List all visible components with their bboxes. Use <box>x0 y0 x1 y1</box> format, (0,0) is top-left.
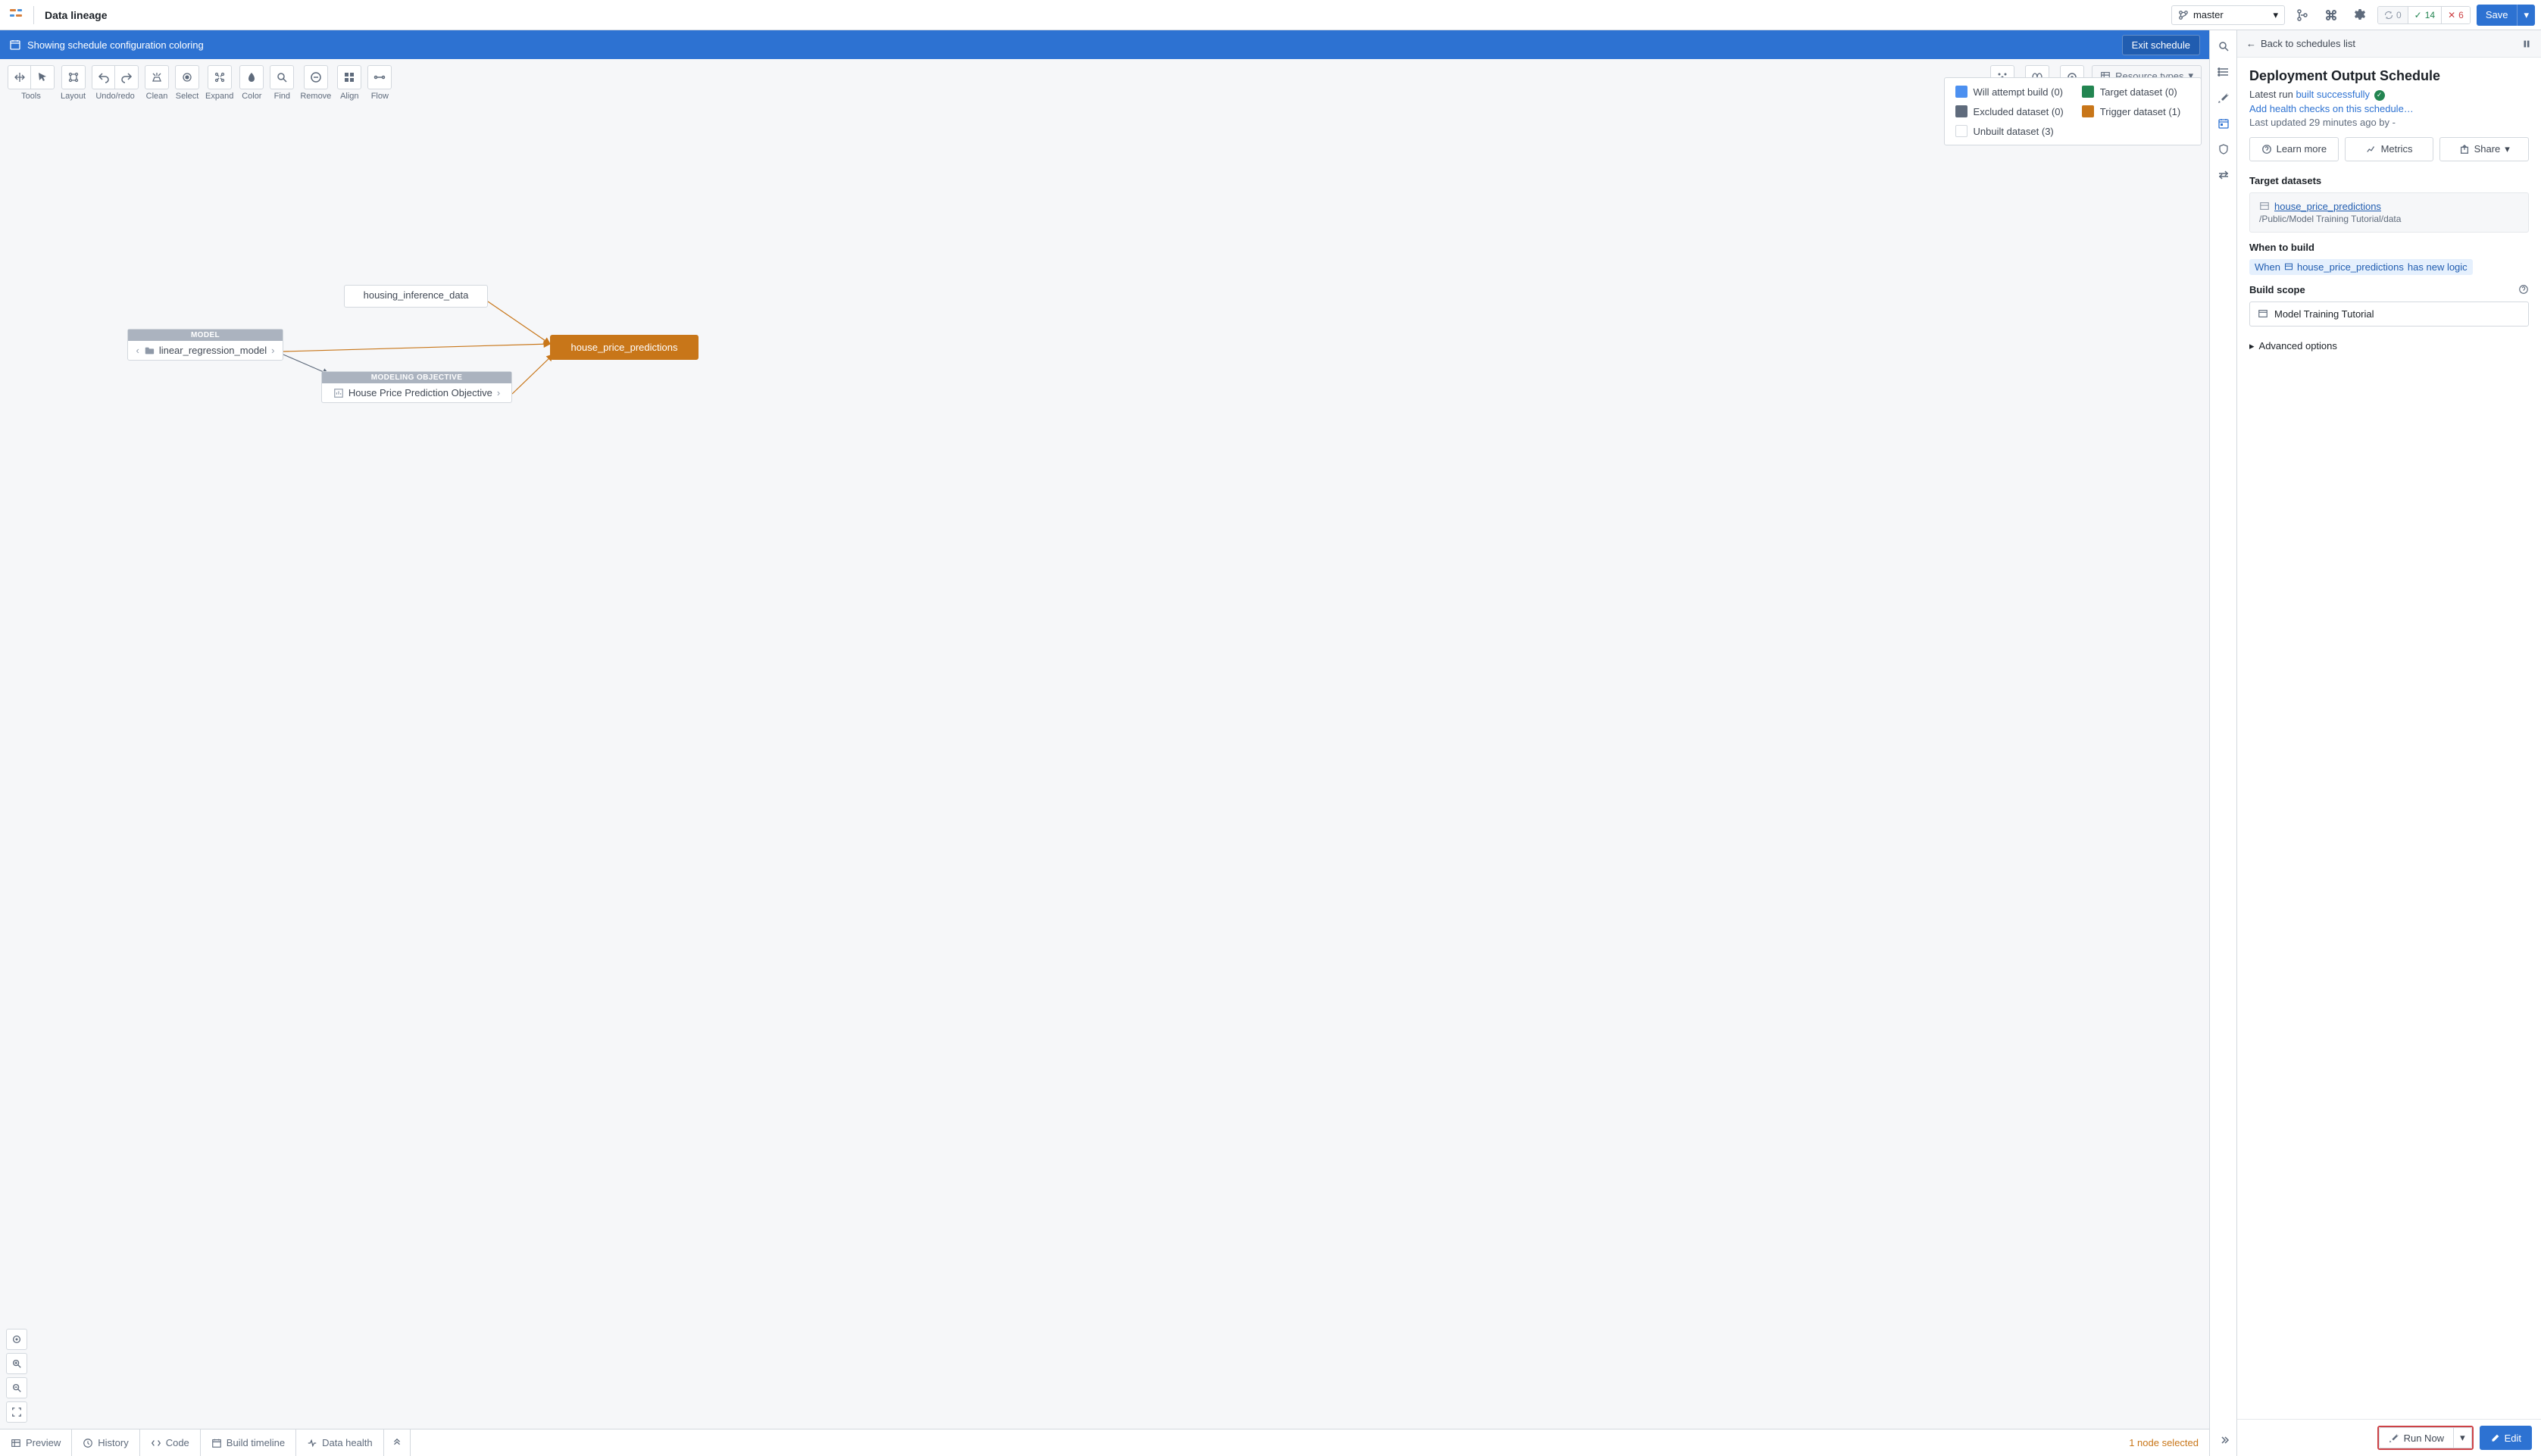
rail-list-icon[interactable] <box>2212 61 2235 83</box>
rail-search-icon[interactable] <box>2212 35 2235 58</box>
zoom-extent-button[interactable] <box>6 1401 27 1423</box>
run-now-group: Run Now ▾ <box>2377 1426 2474 1450</box>
canvas: Showing schedule configuration coloring … <box>0 30 2209 1456</box>
zoom-out-button[interactable] <box>6 1377 27 1398</box>
project-icon <box>2258 308 2268 319</box>
arrow-left-icon: ← <box>2246 38 2256 49</box>
trigger-chip[interactable]: When house_price_predictions has new log… <box>2249 259 2473 275</box>
rail-health-icon[interactable] <box>2212 138 2235 161</box>
node-objective[interactable]: MODELING OBJECTIVE House Price Predictio… <box>321 371 512 403</box>
rail-compare-icon[interactable] <box>2212 164 2235 186</box>
node-model[interactable]: MODEL ‹ linear_regression_model › <box>127 329 283 361</box>
chevron-right-icon[interactable]: › <box>497 387 500 398</box>
zoom-in-button[interactable] <box>6 1353 27 1374</box>
target-datasets-header: Target datasets <box>2249 175 2529 186</box>
success-check-icon: ✓ <box>2374 90 2385 101</box>
learn-more-button[interactable]: Learn more <box>2249 137 2339 161</box>
schedule-title: Deployment Output Schedule <box>2249 68 2529 84</box>
build-scope-box[interactable]: Model Training Tutorial <box>2249 302 2529 327</box>
health-checks-link[interactable]: Add health checks on this schedule… <box>2249 103 2414 114</box>
save-button[interactable]: Save <box>2477 5 2518 26</box>
share-button[interactable]: Share ▾ <box>2439 137 2529 161</box>
chevron-right-icon[interactable]: › <box>271 345 274 356</box>
x-icon: ✕ <box>2448 10 2455 20</box>
node-header: MODEL <box>128 330 283 341</box>
folder-icon <box>144 345 155 356</box>
badge-fail[interactable]: ✕ 6 <box>2442 7 2470 23</box>
app-logo <box>6 5 27 26</box>
badge-pass[interactable]: ✓ 14 <box>2408 7 2442 23</box>
save-dropdown[interactable]: ▾ <box>2517 5 2535 26</box>
metrics-button[interactable]: Metrics <box>2345 137 2434 161</box>
when-to-build-header: When to build <box>2249 242 2529 253</box>
rail-collapse-icon[interactable] <box>2212 1429 2235 1451</box>
advanced-options[interactable]: ▸ Advanced options <box>2249 340 2529 352</box>
zoom-fit-button[interactable] <box>6 1329 27 1350</box>
back-link[interactable]: ← Back to schedules list <box>2246 38 2355 49</box>
settings-icon[interactable] <box>2349 4 2371 27</box>
branch-selector[interactable]: master ▾ <box>2171 5 2285 25</box>
pause-icon[interactable] <box>2521 39 2532 49</box>
keyboard-shortcuts-icon[interactable] <box>2320 4 2343 27</box>
target-dataset-box[interactable]: house_price_predictions /Public/Model Tr… <box>2249 192 2529 233</box>
save-button-group: Save ▾ <box>2477 5 2535 26</box>
target-dataset-path: /Public/Model Training Tutorial/data <box>2259 214 2519 224</box>
header: Data lineage master ▾ 0 ✓ 14 ✕ <box>0 0 2541 30</box>
rail-schedule-icon[interactable] <box>2212 112 2235 135</box>
branch-name: master <box>2193 9 2224 20</box>
build-scope-header: Build scope <box>2249 284 2529 295</box>
page-title: Data lineage <box>45 9 107 21</box>
dataset-icon <box>2259 201 2270 211</box>
check-icon: ✓ <box>2414 10 2422 20</box>
built-successfully-link[interactable]: built successfully <box>2296 89 2370 100</box>
latest-run: Latest run built successfully ✓ <box>2249 89 2529 101</box>
edit-button[interactable]: Edit <box>2480 1426 2532 1450</box>
status-badges: 0 ✓ 14 ✕ 6 <box>2377 6 2471 24</box>
last-updated: Last updated 29 minutes ago by - <box>2249 117 2529 128</box>
schedule-panel: ← Back to schedules list Deployment Outp… <box>2236 30 2541 1456</box>
badge-refresh[interactable]: 0 <box>2378 7 2408 23</box>
caret-right-icon: ▸ <box>2249 340 2255 352</box>
branch-icon[interactable] <box>2291 4 2314 27</box>
node-predictions[interactable]: house_price_predictions <box>550 335 699 360</box>
run-now-button[interactable]: Run Now <box>2379 1427 2453 1448</box>
help-icon[interactable] <box>2518 284 2529 295</box>
side-rail <box>2209 30 2236 1456</box>
caret-down-icon: ▾ <box>2505 143 2510 155</box>
zoom-controls <box>6 1329 27 1423</box>
chevron-left-icon[interactable]: ‹ <box>136 345 139 356</box>
lineage-graph[interactable]: housing_inference_data MODEL ‹ linear_re… <box>0 30 2209 1456</box>
rail-build-icon[interactable] <box>2212 86 2235 109</box>
caret-down-icon: ▾ <box>2273 9 2278 21</box>
node-header: MODELING OBJECTIVE <box>322 372 511 383</box>
chart-icon <box>333 388 344 398</box>
run-now-dropdown[interactable]: ▾ <box>2453 1427 2472 1448</box>
node-housing-inference[interactable]: housing_inference_data <box>344 285 488 308</box>
dataset-icon <box>2284 262 2293 271</box>
target-dataset-name[interactable]: house_price_predictions <box>2274 201 2381 212</box>
